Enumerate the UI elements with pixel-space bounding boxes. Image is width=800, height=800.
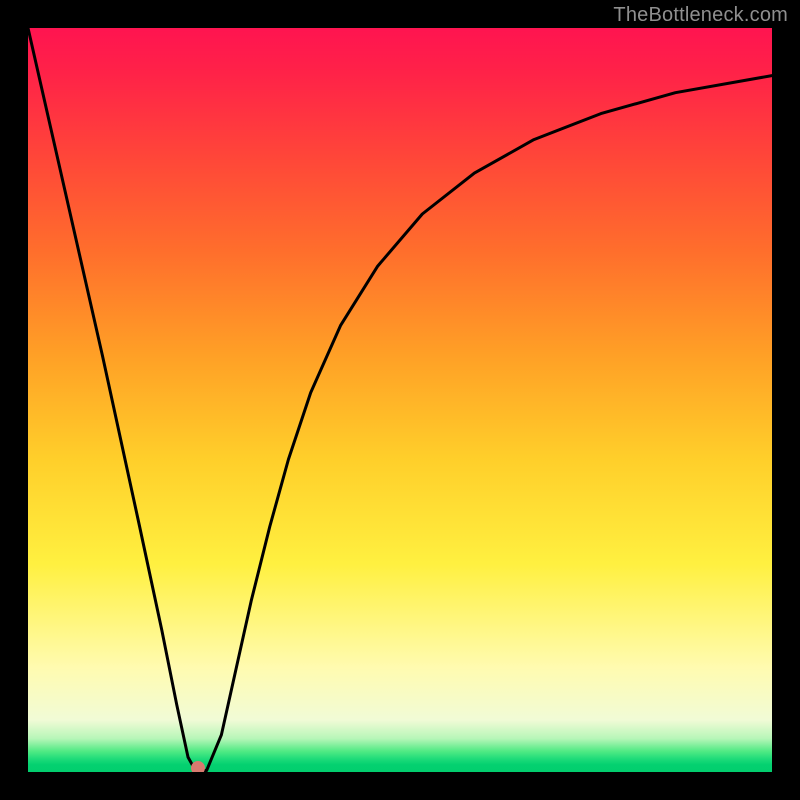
plot-area [28, 28, 772, 772]
chart-frame: TheBottleneck.com [0, 0, 800, 800]
watermark-text: TheBottleneck.com [613, 4, 788, 27]
minimum-marker-dot [191, 761, 205, 772]
bottleneck-curve [28, 28, 772, 772]
